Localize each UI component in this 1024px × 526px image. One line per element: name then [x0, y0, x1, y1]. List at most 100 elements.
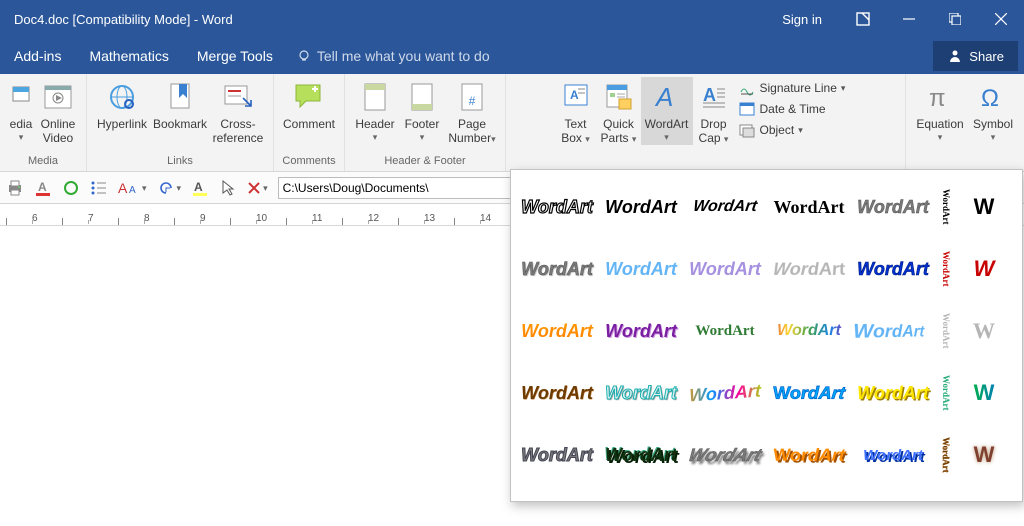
wordart-w-2[interactable]: W: [958, 241, 1010, 297]
close-button[interactable]: [978, 0, 1024, 38]
text-box-button[interactable]: A Text Box ▾: [555, 77, 597, 147]
wordart-style-2-6[interactable]: WordArt: [936, 241, 956, 297]
select-button[interactable]: [219, 179, 237, 197]
wordart-button[interactable]: A WordArt ▾: [641, 77, 693, 145]
drop-cap-button[interactable]: A Drop Cap ▾: [693, 77, 735, 147]
svg-text:π: π: [929, 85, 946, 112]
print-button[interactable]: [6, 179, 24, 197]
svg-text:A: A: [703, 85, 716, 105]
svg-text:A: A: [129, 185, 136, 196]
date-time-label: Date & Time: [760, 102, 826, 116]
page-number-label1: Page: [458, 117, 486, 131]
tell-me-search[interactable]: Tell me what you want to do: [287, 48, 500, 64]
page-number-label2: Number: [448, 131, 491, 145]
wordart-style-4-5[interactable]: WordArt: [852, 365, 934, 421]
ribbon: edia ▾ Online Video Media Hyperlink Book…: [0, 74, 1024, 172]
svg-text:A: A: [38, 180, 47, 194]
object-button[interactable]: Object▾: [739, 122, 851, 138]
wordart-style-5-3[interactable]: WordArt: [675, 427, 775, 483]
wordart-w-1[interactable]: W: [958, 179, 1010, 235]
close-x-button[interactable]: ▾: [247, 181, 268, 195]
wordart-style-1-4[interactable]: WordArt: [768, 179, 850, 235]
bookmark-button[interactable]: Bookmark: [151, 77, 209, 133]
font-color-button[interactable]: A: [34, 179, 52, 197]
wordart-style-4-2[interactable]: WordArt: [600, 365, 682, 421]
wordart-style-5-5[interactable]: WordArt: [852, 427, 934, 483]
maximize-button[interactable]: [932, 0, 978, 38]
wordart-style-5-6[interactable]: WordArt: [936, 427, 956, 483]
wordart-style-5-4[interactable]: WordArt: [764, 425, 855, 480]
drop-cap-label1: Drop: [700, 117, 726, 131]
wordart-style-3-5[interactable]: WordArt: [846, 298, 928, 363]
header-button[interactable]: Header ▾: [351, 77, 399, 145]
footer-button[interactable]: Footer ▾: [399, 77, 445, 145]
online-video-button[interactable]: Online Video: [36, 77, 80, 147]
group-links: Hyperlink Bookmark Cross- reference Link…: [87, 74, 274, 171]
wordart-style-3-6[interactable]: WordArt: [936, 303, 956, 359]
screenshot-button-partial[interactable]: edia ▾: [6, 77, 36, 145]
date-time-button[interactable]: Date & Time: [739, 101, 851, 117]
quick-parts-label1: Quick: [603, 117, 634, 131]
font-button[interactable]: AA▾: [118, 179, 147, 197]
minimize-button[interactable]: [886, 0, 932, 38]
sign-in-link[interactable]: Sign in: [764, 12, 840, 27]
bookmark-label: Bookmark: [153, 117, 207, 131]
quick-parts-button[interactable]: Quick Parts ▾: [597, 77, 641, 147]
tab-mathematics[interactable]: Mathematics: [75, 38, 182, 74]
cross-reference-button[interactable]: Cross- reference: [209, 77, 267, 147]
comment-button[interactable]: Comment: [280, 77, 338, 133]
wordart-w-3[interactable]: W: [958, 303, 1010, 359]
wordart-style-1-5[interactable]: WordArt: [852, 179, 934, 235]
tab-merge-tools[interactable]: Merge Tools: [183, 38, 287, 74]
ribbon-display-options-button[interactable]: [840, 0, 886, 38]
hyperlink-label: Hyperlink: [97, 117, 147, 131]
wordart-style-3-3[interactable]: WordArt: [684, 303, 766, 359]
wordart-style-2-3[interactable]: WordArt: [684, 241, 766, 297]
object-label: Object: [760, 123, 795, 137]
ribbon-tabs: Add-ins Mathematics Merge Tools Tell me …: [0, 38, 1024, 74]
wordart-style-2-5[interactable]: WordArt: [852, 241, 934, 297]
online-video-label: Online Video: [36, 117, 80, 145]
wordart-style-5-2[interactable]: WordArt: [600, 427, 682, 483]
group-hf-label: Header & Footer: [384, 153, 465, 171]
wordart-style-4-3[interactable]: WordArt: [684, 362, 766, 424]
equation-button[interactable]: π Equation ▾: [912, 77, 968, 145]
highlight-button[interactable]: A: [191, 179, 209, 197]
share-button[interactable]: Share: [933, 41, 1018, 71]
wordart-style-4-1[interactable]: WordArt: [516, 365, 598, 421]
page-number-button[interactable]: # Page Number▾: [445, 77, 499, 147]
bullets-button[interactable]: [90, 179, 108, 197]
symbol-button[interactable]: Ω Symbol ▾: [968, 77, 1018, 145]
group-comments-label: Comments: [282, 153, 335, 171]
group-symbols: π Equation ▾ Ω Symbol ▾ Symbols: [906, 74, 1024, 171]
wordart-style-1-3[interactable]: WordArt: [680, 179, 770, 235]
group-text: A Text Box ▾ Quick Parts ▾ A WordArt ▾ A…: [506, 74, 906, 171]
undo-button[interactable]: ▾: [157, 179, 182, 197]
wordart-style-1-2[interactable]: WordArt: [600, 179, 682, 235]
wordart-w-4[interactable]: W: [958, 365, 1010, 421]
cross-ref-label2: reference: [213, 131, 264, 145]
wordart-w-5[interactable]: W: [958, 427, 1010, 483]
wordart-label: WordArt: [645, 117, 689, 131]
wordart-style-5-1[interactable]: WordArt: [516, 427, 598, 483]
wordart-style-2-1[interactable]: WordArt: [516, 241, 598, 297]
wordart-style-3-1[interactable]: WordArt: [516, 303, 598, 359]
text-box-label1: Text: [564, 117, 586, 131]
screenshot-partial-label: edia: [10, 117, 33, 131]
hyperlink-button[interactable]: Hyperlink: [93, 77, 151, 133]
wordart-style-1-6[interactable]: WordArt: [936, 179, 956, 235]
wordart-style-4-4[interactable]: WordArt: [762, 362, 855, 417]
wordart-style-2-2[interactable]: WordArt: [600, 241, 682, 297]
wordart-style-2-4[interactable]: WordArt: [761, 246, 857, 300]
equation-label: Equation: [916, 117, 963, 131]
share-icon: [947, 48, 963, 64]
circle-button[interactable]: [62, 179, 80, 197]
signature-line-button[interactable]: Signature Line▾: [739, 80, 851, 96]
wordart-style-3-4[interactable]: WordArt: [768, 303, 850, 359]
wordart-style-1-1[interactable]: WordArt: [516, 179, 598, 235]
wordart-style-3-2[interactable]: WordArt: [600, 303, 682, 359]
tab-addins[interactable]: Add-ins: [0, 38, 75, 74]
window-title: Doc4.doc [Compatibility Mode] - Word: [14, 12, 764, 27]
wordart-style-4-6[interactable]: WordArt: [936, 365, 956, 421]
quick-parts-label2: Parts: [601, 131, 629, 145]
